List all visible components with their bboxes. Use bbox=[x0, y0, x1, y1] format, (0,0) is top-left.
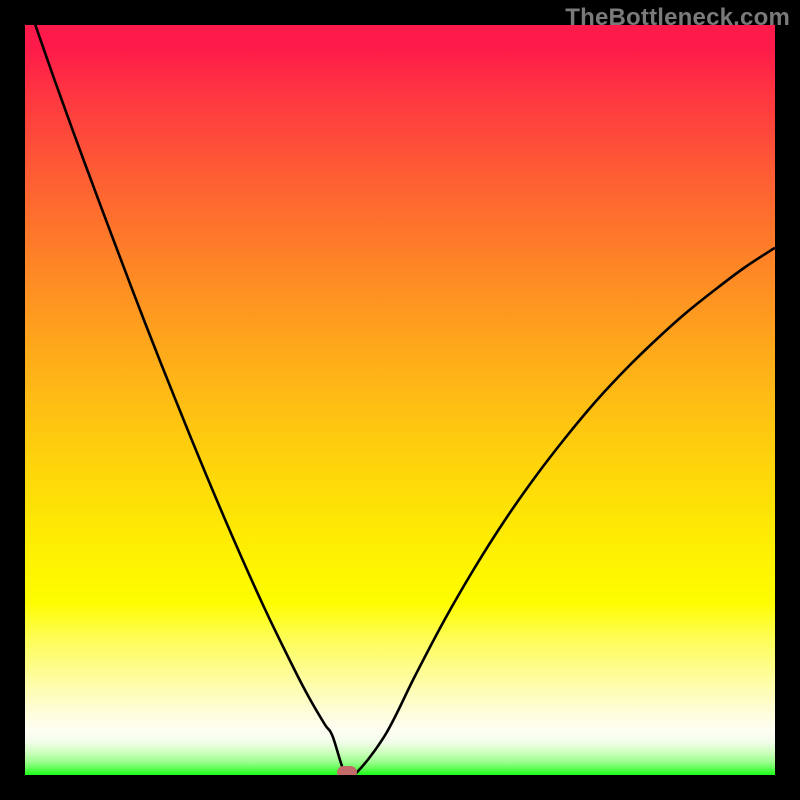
optimum-marker bbox=[337, 766, 357, 776]
bottleneck-curve-path bbox=[25, 25, 775, 775]
chart-frame: TheBottleneck.com bbox=[0, 0, 800, 800]
watermark-text: TheBottleneck.com bbox=[565, 4, 790, 32]
plot-area bbox=[25, 25, 775, 775]
curve-svg bbox=[25, 25, 775, 775]
